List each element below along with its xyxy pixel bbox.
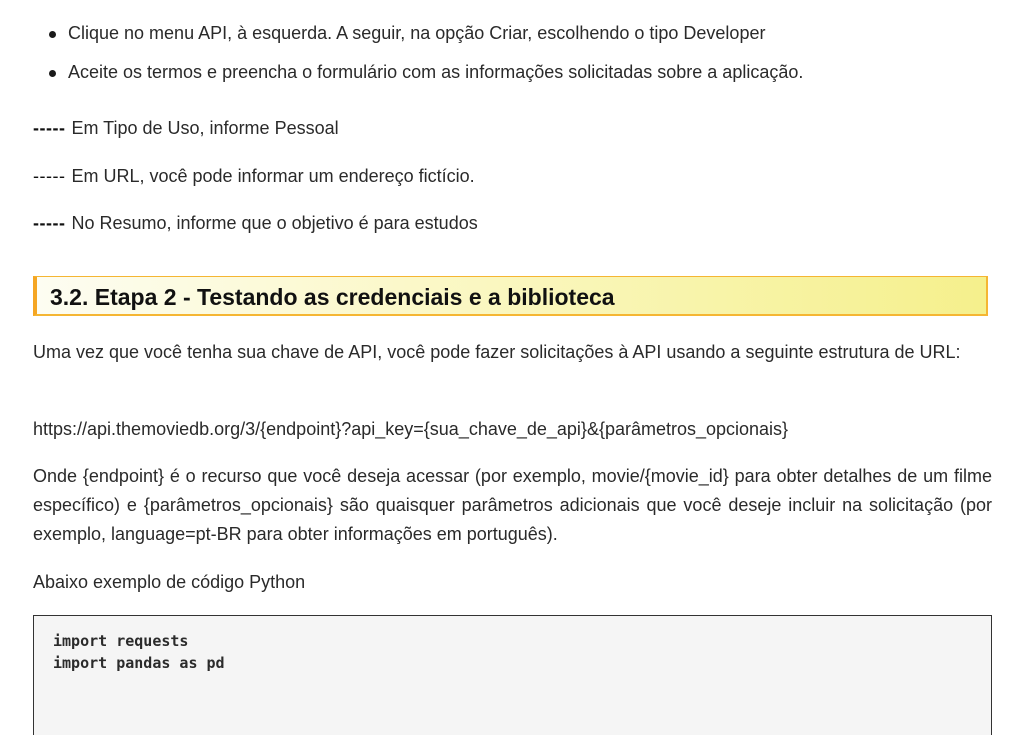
dash-marker: -----	[33, 166, 66, 186]
endpoint-paragraph: Onde {endpoint} é o recurso que você des…	[33, 466, 992, 544]
list-item: Aceite os termos e preencha o formulário…	[47, 61, 803, 83]
section-heading-box: 3.2. Etapa 2 - Testando as credenciais e…	[33, 276, 988, 316]
dash-marker: -----	[33, 118, 66, 138]
sub-item-summary: ----- No Resumo, informe que o objetivo é…	[33, 212, 478, 234]
bullet-icon	[49, 70, 56, 77]
list-item-text: Aceite os termos e preencha o formulário…	[68, 62, 804, 82]
sub-item-usage-type: ----- Em Tipo de Uso, informe Pessoal	[33, 117, 339, 139]
code-text: import requests import pandas as pd	[53, 630, 225, 674]
code-line: import pandas as pd	[53, 654, 225, 672]
dash-marker: -----	[33, 213, 66, 233]
intro-paragraph: Uma vez que você tenha sua chave de API,…	[33, 342, 961, 362]
code-block[interactable]: import requests import pandas as pd	[33, 615, 992, 735]
bullet-list: Clique no menu API, à esquerda. A seguir…	[47, 22, 803, 100]
section-heading: 3.2. Etapa 2 - Testando as credenciais e…	[50, 284, 615, 310]
sub-item-text: No Resumo, informe que o objetivo é para…	[71, 213, 478, 233]
code-intro: Abaixo exemplo de código Python	[33, 572, 306, 592]
sub-item-url: ----- Em URL, você pode informar um ender…	[33, 165, 475, 187]
list-item: Clique no menu API, à esquerda. A seguir…	[47, 22, 803, 44]
sub-item-text: Em Tipo de Uso, informe Pessoal	[71, 118, 339, 138]
url-template: https://api.themoviedb.org/3/{endpoint}?…	[33, 419, 789, 439]
list-item-text: Clique no menu API, à esquerda. A seguir…	[68, 23, 766, 43]
code-line: import requests	[53, 632, 189, 650]
sub-item-text: Em URL, você pode informar um endereço f…	[71, 166, 475, 186]
bullet-icon	[49, 31, 56, 38]
